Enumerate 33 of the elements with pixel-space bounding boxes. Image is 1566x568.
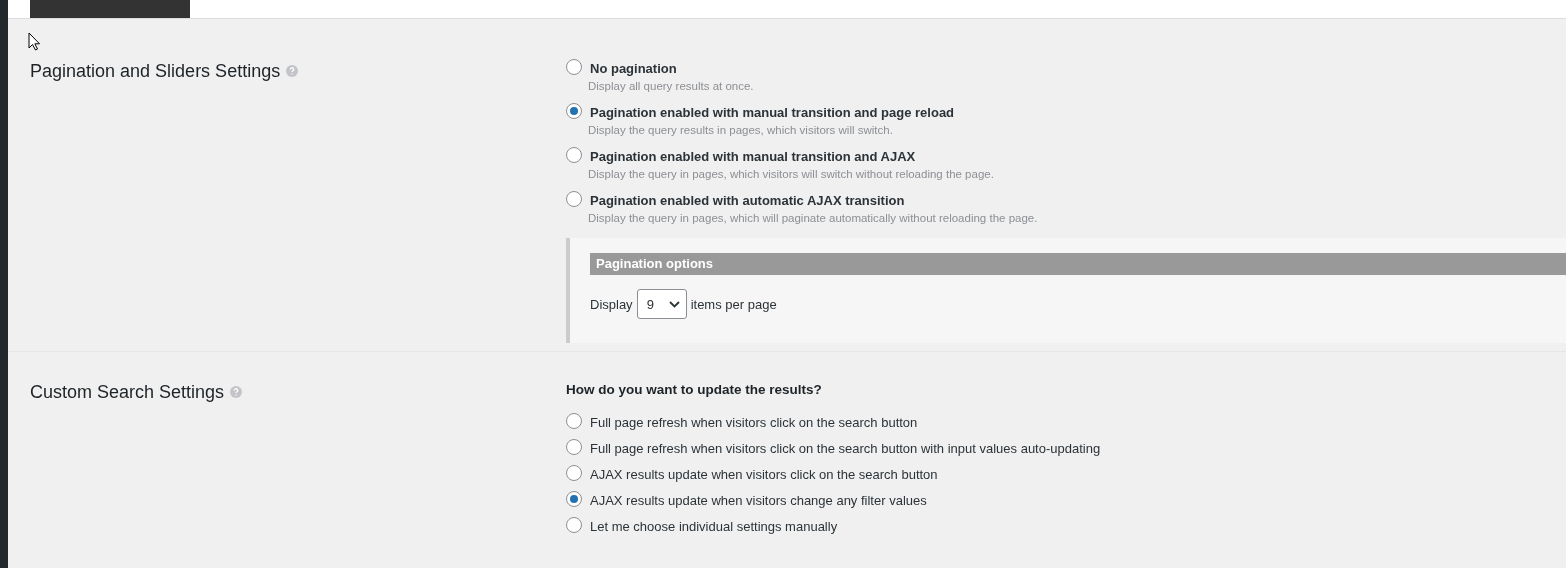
field-label: Display [590,296,633,312]
option-label: Pagination enabled with manual transition and page reload [590,105,955,121]
option-label: Full page refresh when visitors click on the search button [590,415,918,431]
radio-button[interactable] [566,465,582,481]
option-label: Let me choose individual settings manually [590,519,838,535]
option-label: Pagination enabled with manual transition and AJAX [590,149,917,165]
radio-button[interactable] [566,191,582,207]
option-label: Pagination enabled with automatic AJAX transition [590,193,906,209]
section-title: Custom Search Settings [30,381,225,403]
cursor-icon [28,32,41,51]
radio-button[interactable] [566,59,582,75]
help-icon[interactable] [230,386,243,398]
chevron-down-icon [668,300,680,308]
option-label: No pagination [590,61,678,77]
radio-button[interactable] [566,147,582,163]
section-title: Pagination and Sliders Settings [30,60,281,82]
radio-button[interactable] [566,491,582,507]
help-icon[interactable] [286,65,299,77]
option-description: Display the query in pages, which will paginate automatically without reloading the page. [588,212,1038,224]
items-per-page-select[interactable]: 9 [636,289,687,319]
radio-button[interactable] [566,413,582,429]
option-description: Display the query results in pages, which visitors will switch. [588,124,894,136]
option-label: AJAX results update when visitors change any filter values [590,493,927,509]
panel-header: Pagination options [590,253,1566,275]
option-description: Display all query results at once. [588,80,754,92]
option-description: Display the query in pages, which visitors will switch without reloading the page. [588,168,994,180]
option-label: Full page refresh when visitors click on the search button with input values auto-updating [590,441,1101,457]
question-text: How do you want to update the results? [566,382,823,397]
field-label: items per page [690,296,777,312]
radio-button[interactable] [566,517,582,533]
radio-button[interactable] [566,103,582,119]
option-label: AJAX results update when visitors click on the search button [590,467,938,483]
radio-button[interactable] [566,439,582,455]
